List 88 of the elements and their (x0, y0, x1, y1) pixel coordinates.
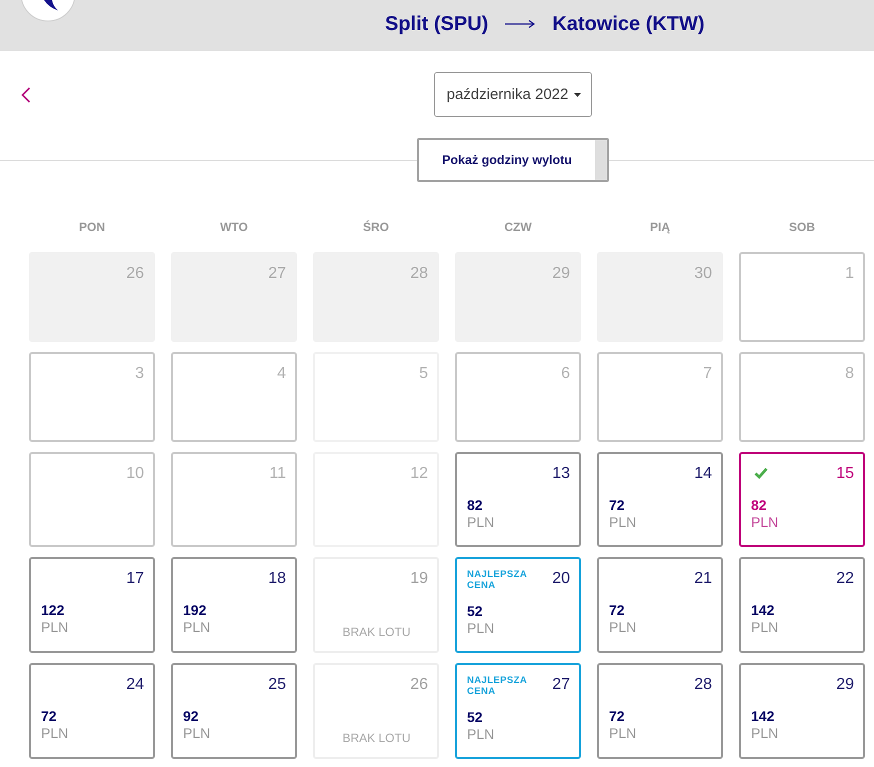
currency-text: PLN (41, 725, 68, 742)
no-flight-label: BRAK LOTU (342, 731, 410, 745)
best-price-label: NAJLEPSZA CENA (467, 675, 528, 697)
day-number: 27 (552, 675, 570, 695)
day-cell[interactable]: 15 82 PLN (739, 452, 865, 547)
day-number: 1 (845, 264, 854, 284)
currency-text: PLN (467, 726, 494, 743)
day-number: 18 (268, 569, 286, 589)
day-number: 26 (410, 675, 428, 695)
no-flight-label: BRAK LOTU (342, 625, 410, 639)
day-number: 19 (410, 569, 428, 589)
logo-icon[interactable] (19, 0, 77, 22)
day-number: 20 (552, 569, 570, 589)
day-cell[interactable]: 22 142 PLN (739, 557, 865, 653)
day-cell[interactable]: 14 72 PLN (597, 452, 723, 547)
day-number: 22 (836, 569, 854, 589)
day-number: 30 (694, 264, 712, 284)
day-number: 28 (694, 675, 712, 695)
day-number: 24 (126, 675, 144, 695)
day-cell[interactable]: 24 72 PLN (29, 663, 155, 759)
day-cell[interactable]: 21 72 PLN (597, 557, 723, 653)
currency-text: PLN (609, 725, 636, 742)
currency-text: PLN (751, 619, 778, 636)
destination-text: Katowice (KTW) (552, 12, 705, 36)
day-cell[interactable]: 13 82 PLN (455, 452, 581, 547)
currency-text: PLN (751, 725, 778, 742)
day-number: 4 (277, 364, 286, 384)
day-number: 21 (694, 569, 712, 589)
day-cell[interactable]: NAJLEPSZA CENA 27 52 PLN (455, 663, 581, 759)
day-number: 27 (268, 264, 286, 284)
show-times-button[interactable]: Pokaż godziny wylotu (417, 138, 609, 182)
weekday-label: SOB (788, 220, 815, 234)
currency-text: PLN (467, 620, 494, 637)
currency-text: PLN (41, 619, 68, 636)
price-text: 82 (751, 497, 767, 514)
currency-text: PLN (467, 514, 494, 531)
currency-text: PLN (751, 514, 778, 531)
weekday-label: CZW (504, 220, 532, 234)
day-number: 8 (845, 364, 854, 384)
price-text: 72 (41, 708, 57, 725)
price-text: 192 (183, 602, 206, 619)
day-number: 28 (410, 264, 428, 284)
day-number: 15 (836, 464, 854, 484)
price-text: 72 (609, 602, 625, 619)
day-cell[interactable]: NAJLEPSZA CENA 20 52 PLN (455, 557, 581, 653)
weekday-label: ŚRO (362, 220, 389, 234)
day-number: 6 (561, 364, 570, 384)
day-number: 13 (552, 464, 570, 484)
currency-text: PLN (183, 619, 210, 636)
day-number: 3 (135, 364, 144, 384)
best-price-label: NAJLEPSZA CENA (467, 569, 528, 591)
currency-text: PLN (609, 514, 636, 531)
currency-text: PLN (609, 619, 636, 636)
day-number: 25 (268, 675, 286, 695)
chevron-left-icon[interactable] (21, 86, 31, 102)
price-text: 142 (751, 602, 774, 619)
check-icon (754, 467, 768, 479)
day-cell[interactable]: 25 92 PLN (171, 663, 297, 759)
caret-down-icon (574, 92, 582, 96)
origin-text: Split (SPU) (385, 12, 488, 36)
month-dropdown[interactable]: października 2022 (434, 72, 592, 117)
day-number: 11 (269, 464, 286, 484)
arrow-right-icon (505, 19, 536, 29)
day-number: 12 (410, 464, 428, 484)
price-text: 52 (467, 603, 483, 620)
price-text: 52 (467, 709, 483, 726)
weekday-label: PIĄ (650, 220, 670, 234)
day-cell[interactable]: 28 72 PLN (597, 663, 723, 759)
currency-text: PLN (183, 725, 210, 742)
day-number: 14 (694, 464, 712, 484)
day-number: 29 (836, 675, 854, 695)
price-text: 72 (609, 708, 625, 725)
day-number: 26 (126, 264, 144, 284)
weekday-label: PON (78, 220, 105, 234)
price-text: 142 (751, 708, 774, 725)
price-text: 92 (183, 708, 199, 725)
day-number: 29 (552, 264, 570, 284)
day-number: 7 (703, 364, 712, 384)
day-number: 17 (126, 569, 144, 589)
day-cell[interactable]: 17 122 PLN (29, 557, 155, 653)
price-text: 122 (41, 602, 64, 619)
day-cell[interactable]: 29 142 PLN (739, 663, 865, 759)
price-text: 72 (609, 497, 625, 514)
day-number: 5 (419, 364, 428, 384)
price-text: 82 (467, 497, 483, 514)
weekday-label: WTO (220, 220, 248, 234)
day-cell[interactable]: 18 192 PLN (171, 557, 297, 653)
day-number: 10 (126, 464, 144, 484)
